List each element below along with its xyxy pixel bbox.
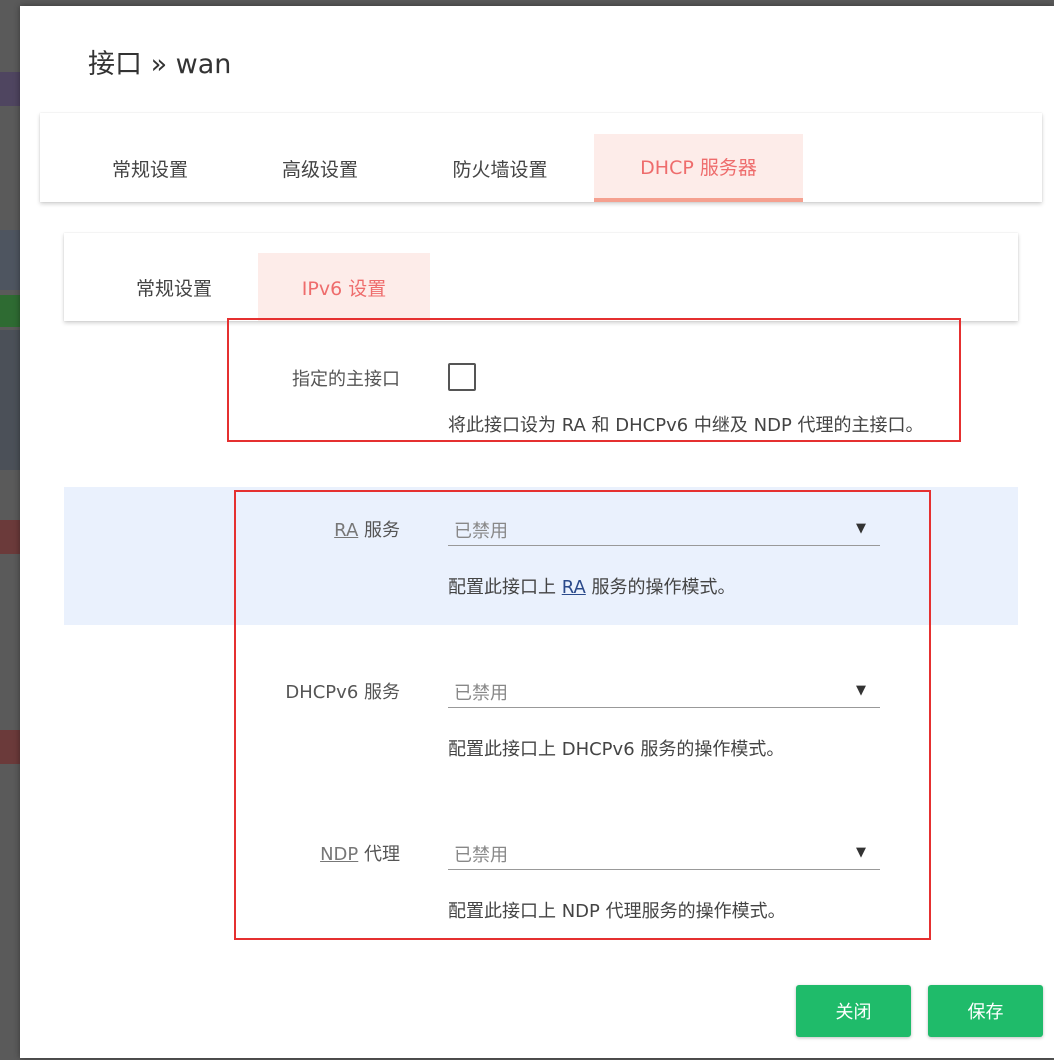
annotation-box-master-interface (227, 318, 961, 442)
save-button[interactable]: 保存 (928, 985, 1043, 1037)
background-strip-slate (0, 330, 22, 470)
interface-edit-dialog: 接口 » wan 常规设置 高级设置 防火墙设置 DHCP 服务器 常规设置 I… (20, 6, 1054, 1058)
tab-general-settings[interactable]: 常规设置 (80, 134, 220, 202)
main-tab-bar: 常规设置 高级设置 防火墙设置 DHCP 服务器 (40, 113, 1042, 202)
tab-firewall-settings[interactable]: 防火墙设置 (420, 134, 580, 202)
background-strip-red-2 (0, 730, 22, 764)
dialog-title: 接口 » wan (88, 49, 232, 80)
background-strip-red (0, 520, 22, 554)
sub-tab-bar: 常规设置 IPv6 设置 (64, 233, 1018, 321)
background-strip-purple (0, 72, 22, 106)
tab-advanced-settings[interactable]: 高级设置 (250, 134, 390, 202)
background-strip-blue (0, 230, 22, 290)
annotation-box-services (234, 490, 931, 940)
background-strip-green (0, 295, 22, 327)
tab-dhcp-server[interactable]: DHCP 服务器 (594, 134, 803, 202)
subtab-ipv6-settings[interactable]: IPv6 设置 (258, 253, 430, 321)
close-button[interactable]: 关闭 (796, 985, 911, 1037)
subtab-general-settings[interactable]: 常规设置 (104, 253, 244, 321)
